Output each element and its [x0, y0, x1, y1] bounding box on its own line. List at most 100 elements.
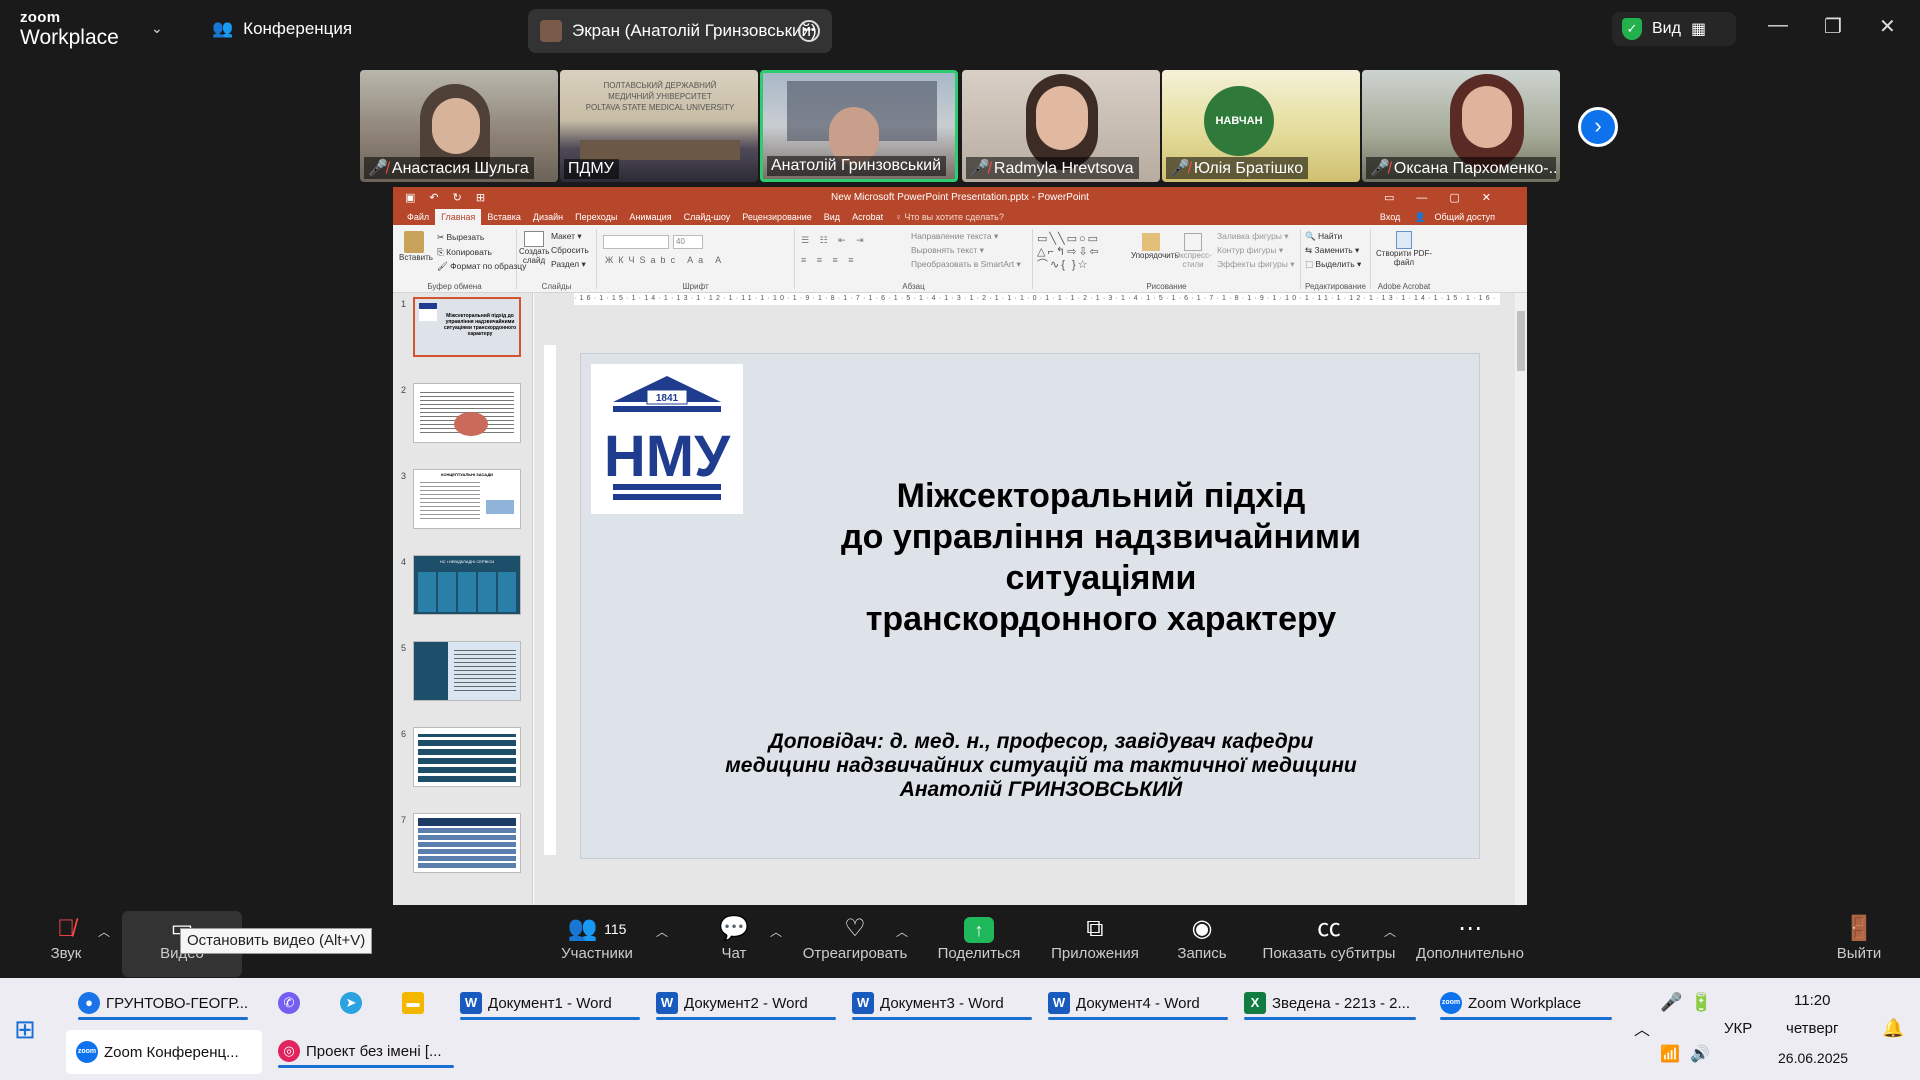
windows-start-icon[interactable]: ⊞: [14, 1014, 36, 1045]
slide-thumbnail-7[interactable]: [413, 813, 521, 873]
slide-thumbnail-1[interactable]: Міжсекторальний підхід до управління над…: [413, 297, 521, 357]
zoom-workplace-logo[interactable]: zoom Workplace: [20, 10, 119, 48]
copy-button[interactable]: ⎘ Копировать: [433, 245, 526, 259]
shared-screen-tab[interactable]: Экран (Анатолій Гринзовський) •••: [528, 9, 832, 53]
clock-date[interactable]: 26.06.2025: [1778, 1050, 1848, 1066]
font-format-buttons[interactable]: ЖКЧSabc Aa A: [605, 255, 726, 265]
participant-tile-active[interactable]: Анатолій Гринзовський: [760, 70, 958, 182]
clock-time[interactable]: 11:20: [1794, 992, 1830, 1009]
participant-tile[interactable]: НАВЧАН 🎤̸ Юлія Братішко: [1162, 70, 1360, 182]
taskbar-word-1[interactable]: W Документ1 - Word: [460, 992, 640, 1020]
convert-smartart-button[interactable]: Преобразовать в SmartArt ▾: [907, 257, 1021, 271]
tab-insert[interactable]: Вставка: [481, 209, 526, 225]
vertical-scrollbar[interactable]: [1515, 293, 1527, 905]
react-button[interactable]: ♡ Отреагировать: [800, 913, 910, 962]
react-caret-icon[interactable]: ︿: [896, 923, 908, 940]
participants-caret-icon[interactable]: ︿: [656, 923, 668, 940]
chat-caret-icon[interactable]: ︿: [770, 923, 782, 940]
chevron-down-icon[interactable]: ⌄: [151, 20, 163, 37]
scrollbar-thumb[interactable]: [1517, 311, 1525, 371]
notification-bell-icon[interactable]: 🔔: [1882, 1018, 1904, 1039]
taskbar-viber[interactable]: ✆: [278, 992, 300, 1014]
audio-options-caret-icon[interactable]: ︿: [98, 923, 110, 940]
share-screen-button[interactable]: ↑ Поделиться: [934, 913, 1024, 962]
close-icon[interactable]: ✕: [1879, 14, 1896, 39]
taskbar-word-3[interactable]: W Документ3 - Word: [852, 992, 1032, 1020]
slide-thumbnail-5[interactable]: [413, 641, 521, 701]
list-buttons[interactable]: ☰ ☷ ⇤ ⇥: [801, 235, 868, 246]
taskbar-app-chrome[interactable]: ● ГРУНТОВО-ГЕОГР...: [78, 992, 249, 1020]
participant-tile[interactable]: 🎤̸ Оксана Пархоменко-...: [1362, 70, 1560, 182]
tab-view[interactable]: Вид: [818, 209, 846, 225]
reset-button[interactable]: Сбросить: [547, 243, 589, 257]
participants-button[interactable]: 👥 115 Участники: [552, 913, 642, 962]
align-text-button[interactable]: Выровнять текст ▾: [907, 243, 1021, 257]
leave-button[interactable]: 🚪 Выйти: [1836, 913, 1882, 962]
minimize-icon[interactable]: —: [1768, 14, 1788, 37]
shape-outline-button[interactable]: Контур фигуры ▾: [1213, 243, 1294, 257]
tab-transitions[interactable]: Переходы: [569, 209, 623, 225]
cut-button[interactable]: ✂ Вырезать: [433, 229, 526, 245]
taskbar-word-2[interactable]: W Документ2 - Word: [656, 992, 836, 1020]
volume-icon[interactable]: 🔊: [1690, 1044, 1710, 1064]
replace-button[interactable]: ⇆ Заменить ▾: [1301, 243, 1370, 257]
taskbar-canva-project[interactable]: ◎ Проект без імені [...: [278, 1040, 454, 1068]
captions-button[interactable]: ㏄ Показать субтитры: [1262, 913, 1396, 962]
section-button[interactable]: Раздел ▾: [547, 257, 589, 271]
slide-subtitle[interactable]: Доповідач: д. мед. н., професор, завідув…: [621, 730, 1461, 802]
participant-tile[interactable]: 🎤̸ Radmyla Hrevtsova: [962, 70, 1160, 182]
ppt-window-buttons[interactable]: ▭—▢✕: [1384, 187, 1513, 209]
taskbar-zoom-workplace[interactable]: zoom Zoom Workplace: [1440, 992, 1612, 1020]
current-slide[interactable]: 1841 НМУ Міжсекторальний підхід до управ…: [580, 353, 1480, 859]
more-options-icon[interactable]: •••: [798, 20, 820, 42]
new-slide-button[interactable]: Создать слайд: [519, 231, 549, 265]
participant-tile[interactable]: 🎤̸ Анастасия Шульга: [360, 70, 558, 182]
record-button[interactable]: ◉ Запись: [1174, 913, 1230, 962]
slide-thumbnail-4[interactable]: НС і НЕВІДКЛАДНІ СЕРВІСИ: [413, 555, 521, 615]
align-buttons[interactable]: ≡ ≡ ≡ ≡: [801, 255, 858, 265]
taskbar-telegram[interactable]: ➤: [340, 992, 362, 1014]
tab-design[interactable]: Дизайн: [527, 209, 569, 225]
taskbar-zoom-meeting[interactable]: zoom Zoom Конференц...: [66, 1030, 262, 1074]
audio-button[interactable]: 🎙̸ Звук: [46, 913, 86, 962]
microphone-tray-icon[interactable]: 🎤: [1660, 992, 1682, 1013]
sign-in-link[interactable]: Вход: [1374, 212, 1406, 222]
tab-animations[interactable]: Анимация: [623, 209, 677, 225]
tab-slideshow[interactable]: Слайд-шоу: [678, 209, 737, 225]
captions-caret-icon[interactable]: ︿: [1384, 923, 1396, 940]
meeting-info-button[interactable]: 👥 Конференция: [212, 19, 352, 39]
taskbar-file-explorer[interactable]: ▬: [402, 992, 424, 1014]
quick-styles-button[interactable]: Экспресс-стили: [1173, 233, 1213, 269]
tab-review[interactable]: Рецензирование: [736, 209, 818, 225]
tell-me-search[interactable]: ♀ Что вы хотите сделать?: [889, 209, 1010, 225]
slide-thumbnail-3[interactable]: КОНЦЕПТУАЛЬНІ ЗАСАДИ: [413, 469, 521, 529]
apps-button[interactable]: ⧉ Приложения: [1048, 913, 1142, 962]
share-button[interactable]: 👤 Общий доступ: [1409, 212, 1507, 222]
paste-button[interactable]: Вставить: [399, 231, 433, 262]
quick-access-toolbar[interactable]: ▣↶↻⊞: [405, 187, 499, 209]
slide-thumbnail-6[interactable]: [413, 727, 521, 787]
battery-tray-icon[interactable]: 🔋: [1690, 992, 1712, 1013]
create-pdf-button[interactable]: Створити PDF-файл: [1371, 229, 1437, 267]
arrange-button[interactable]: Упорядочить: [1131, 233, 1179, 260]
shape-fill-button[interactable]: Заливка фигуры ▾: [1213, 229, 1294, 243]
slide-title[interactable]: Міжсекторальний підхід до управління над…: [741, 476, 1461, 640]
layout-button[interactable]: Макет ▾: [547, 229, 589, 243]
tab-home[interactable]: Главная: [435, 209, 482, 225]
next-page-arrow-icon[interactable]: ›: [1578, 107, 1618, 147]
find-button[interactable]: 🔍 Найти: [1301, 229, 1370, 243]
format-painter-button[interactable]: 🖌 Формат по образцу: [433, 259, 526, 273]
restore-icon[interactable]: ❐: [1824, 14, 1842, 39]
slide-thumbnail-2[interactable]: [413, 383, 521, 443]
shapes-gallery[interactable]: ▭╲╲▭○▭ △⌐↰⇨⇩⇦ ⌒∿{ }☆: [1037, 233, 1129, 277]
clock-day[interactable]: четверг: [1786, 1020, 1839, 1037]
more-button[interactable]: ⋯ Дополнительно: [1414, 913, 1526, 962]
participant-tile[interactable]: ПОЛТАВСЬКИЙ ДЕРЖАВНИЙ МЕДИЧНИЙ УНІВЕРСИТЕ…: [560, 70, 758, 182]
select-button[interactable]: ⬚ Выделить ▾: [1301, 257, 1370, 271]
tab-acrobat[interactable]: Acrobat: [846, 209, 889, 225]
chat-button[interactable]: 💬 Чат: [714, 913, 754, 962]
tray-overflow-caret-icon[interactable]: ︿: [1634, 1016, 1650, 1040]
font-size-box[interactable]: 40: [673, 235, 703, 249]
language-indicator[interactable]: УКР: [1724, 1020, 1752, 1037]
text-direction-button[interactable]: Направление текста ▾: [907, 229, 1021, 243]
